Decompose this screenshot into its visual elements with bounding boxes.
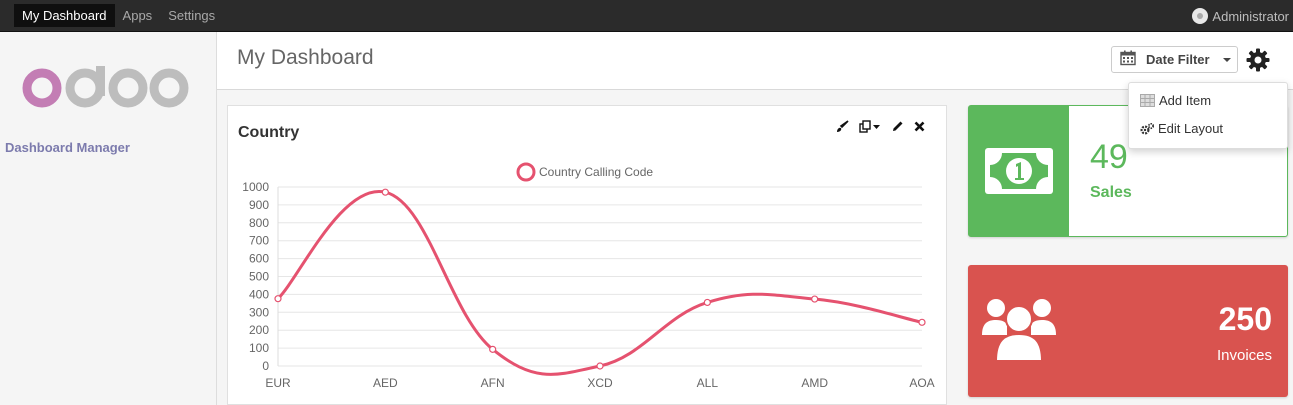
data-point: [596, 362, 604, 370]
y-tick-label: 200: [249, 323, 269, 337]
x-tick-label: EUR: [265, 376, 291, 390]
y-tick-label: 100: [249, 341, 269, 355]
invoices-value: 250: [1218, 301, 1272, 337]
series-line: [276, 190, 923, 376]
user-name: Administrator: [1212, 8, 1289, 24]
cogs-icon: [1140, 122, 1154, 135]
x-tick-label: AMD: [801, 376, 828, 390]
edit-layout-menu-item[interactable]: Edit Layout: [1140, 121, 1223, 136]
x-tick-label: AFN: [481, 376, 505, 390]
edit-layout-label: Edit Layout: [1158, 121, 1224, 136]
y-tick-label: 600: [249, 252, 269, 266]
user-menu[interactable]: Administrator: [1192, 8, 1289, 24]
grid-icon: [1140, 94, 1155, 107]
date-filter-button[interactable]: Date Filter: [1111, 46, 1238, 73]
data-point: [703, 298, 711, 307]
x-tick-label: ALL: [697, 376, 719, 390]
page-title: My Dashboard: [237, 46, 374, 69]
y-tick-label: 800: [249, 216, 269, 230]
date-filter-label: Date Filter: [1146, 52, 1210, 67]
data-point: [918, 318, 926, 326]
y-tick-label: 0: [262, 359, 269, 373]
odoo-logo: [22, 66, 192, 113]
kpi-card-invoices[interactable]: 250 Invoices: [968, 265, 1288, 397]
y-tick-label: 900: [249, 198, 269, 212]
menu-settings[interactable]: Settings: [160, 4, 223, 27]
sales-value: 49: [1090, 138, 1128, 176]
chart-card-country: Country 0 100 200 300 400 500 600 700 80…: [227, 105, 947, 405]
data-point: [811, 295, 819, 303]
y-tick-label: 500: [249, 270, 269, 284]
x-tick-label: AED: [373, 376, 398, 390]
invoices-label: Invoices: [1216, 347, 1272, 364]
money-bill-icon: [969, 106, 1069, 236]
x-tick-label: AOA: [909, 376, 934, 390]
calendar-icon: [1120, 50, 1136, 69]
y-tick-label: 700: [249, 234, 269, 248]
y-tick-label: 400: [249, 287, 269, 301]
sales-label: Sales: [1090, 184, 1132, 201]
data-point: [381, 188, 389, 196]
menu-apps[interactable]: Apps: [115, 4, 161, 27]
main-content: My Dashboard Date Filter Country 0 100 2…: [217, 32, 1293, 405]
data-point: [489, 345, 497, 353]
menu-my-dashboard[interactable]: My Dashboard: [14, 4, 115, 27]
top-menu: My Dashboard Apps Settings: [14, 4, 223, 27]
sidebar-item-dashboard-manager[interactable]: Dashboard Manager: [5, 140, 130, 155]
add-item-label: Add Item: [1159, 93, 1212, 108]
y-tick-label: 1000: [242, 180, 269, 194]
legend-marker: [516, 162, 536, 182]
users-icon: [982, 295, 1056, 366]
data-point: [274, 295, 282, 303]
avatar: [1192, 8, 1209, 24]
sidebar: Dashboard Manager: [0, 32, 217, 405]
line-chart: 0 100 200 300 400 500 600 700 800 900 1000 EUR AED AF…: [242, 162, 935, 390]
top-navbar: My Dashboard Apps Settings Administrator: [0, 0, 1293, 32]
caret-down-icon: [1222, 57, 1231, 62]
add-item-menu-item[interactable]: Add Item: [1140, 93, 1211, 108]
x-tick-label: XCD: [587, 376, 613, 390]
y-tick-label: 300: [249, 305, 269, 319]
gear-icon[interactable]: [1246, 48, 1270, 75]
settings-dropdown-menu: Add Item Edit Layout: [1128, 82, 1288, 149]
legend-label: Country Calling Code: [539, 165, 653, 179]
